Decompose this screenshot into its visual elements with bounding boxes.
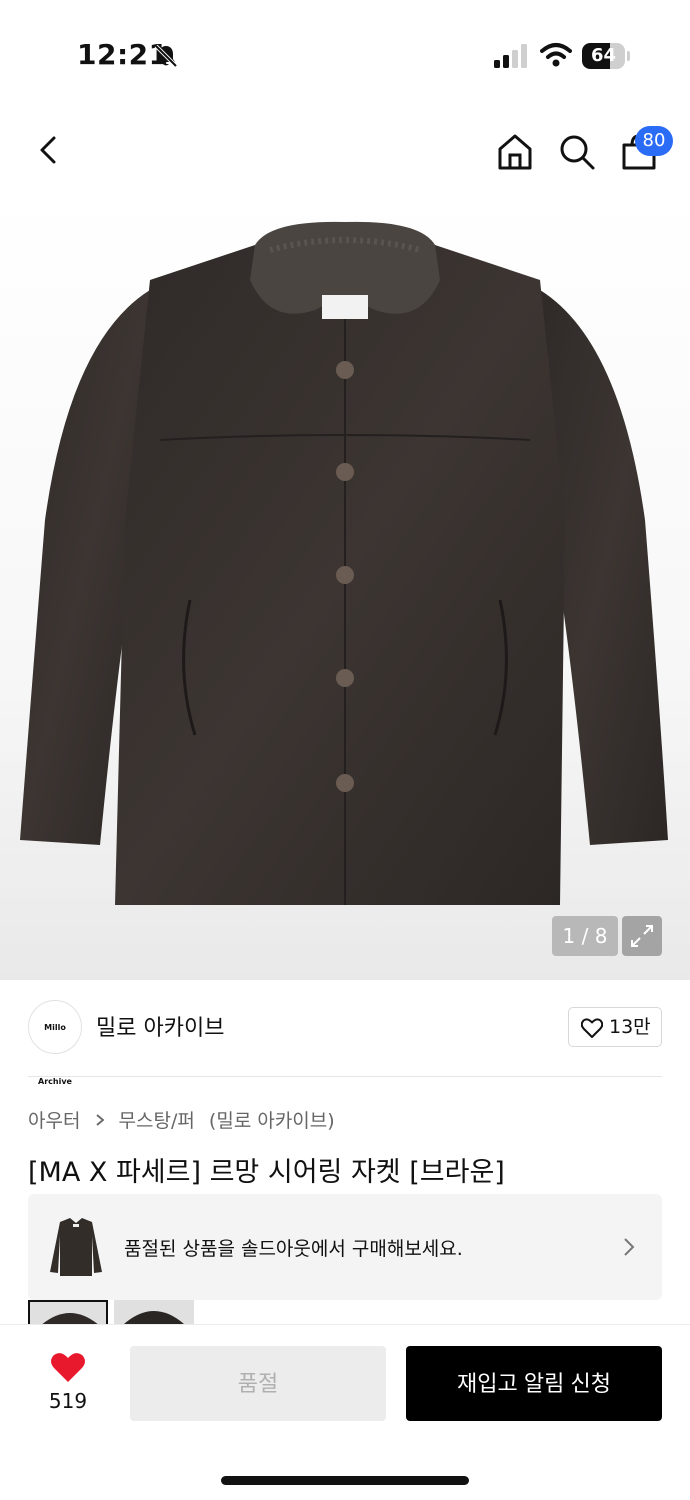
thumbnail-strip bbox=[28, 1300, 198, 1324]
home-icon[interactable] bbox=[494, 131, 536, 173]
brand-row[interactable]: Millo Archive 밀로 아카이브 13만 bbox=[0, 980, 690, 1086]
restock-alert-button[interactable]: 재입고 알림 신청 bbox=[406, 1346, 662, 1421]
bottom-action-bar: 519 품절 재입고 알림 신청 bbox=[0, 1324, 690, 1500]
thumbnail-item[interactable] bbox=[114, 1300, 194, 1324]
product-title: [MA X 파세르] 르망 시어링 자켓 [브라운] bbox=[28, 1157, 505, 1188]
thumbnail-item[interactable] bbox=[28, 1300, 108, 1324]
soldout-button: 품절 bbox=[130, 1346, 386, 1421]
battery-icon: 64 bbox=[582, 43, 630, 69]
jacket-image bbox=[20, 221, 668, 905]
breadcrumb: 아우터 무스탕/퍼 (밀로 아카이브) bbox=[28, 1106, 335, 1133]
product-image[interactable] bbox=[0, 190, 690, 980]
search-icon[interactable] bbox=[556, 131, 598, 173]
cart-count-badge: 80 bbox=[635, 126, 673, 156]
wish-count: 519 bbox=[48, 1389, 88, 1413]
heart-outline-icon bbox=[581, 1018, 603, 1038]
expand-icon[interactable] bbox=[622, 916, 662, 956]
brand-like-count: 13만 bbox=[609, 1016, 651, 1038]
breadcrumb-subcategory[interactable]: 무스탕/퍼 bbox=[119, 1106, 195, 1133]
bell-muted-icon bbox=[154, 44, 178, 68]
image-counter: 1 / 8 bbox=[552, 916, 618, 956]
soldout-banner-text: 품절된 상품을 솔드아웃에서 구매해보세요. bbox=[124, 1238, 463, 1260]
divider bbox=[28, 1076, 662, 1077]
top-nav bbox=[0, 115, 690, 190]
back-icon[interactable] bbox=[30, 130, 70, 170]
chevron-right-icon bbox=[95, 1113, 104, 1126]
status-bar: 12:21 64 bbox=[0, 0, 690, 110]
breadcrumb-category[interactable]: 아우터 bbox=[28, 1106, 80, 1133]
battery-label: 64 bbox=[590, 45, 617, 66]
brand-name[interactable]: 밀로 아카이브 bbox=[96, 1010, 224, 1042]
chevron-right-icon bbox=[624, 1238, 635, 1256]
soldout-banner[interactable]: 품절된 상품을 솔드아웃에서 구매해보세요. bbox=[28, 1194, 662, 1300]
brand-like-button[interactable]: 13만 bbox=[568, 1007, 662, 1047]
home-indicator bbox=[221, 1476, 469, 1485]
banner-product-thumbnail bbox=[50, 1218, 102, 1276]
signal-icon bbox=[494, 44, 527, 68]
wifi-icon bbox=[540, 43, 572, 67]
breadcrumb-brand[interactable]: (밀로 아카이브) bbox=[209, 1106, 335, 1133]
heart-filled-icon[interactable] bbox=[50, 1351, 86, 1383]
brand-logo[interactable]: Millo Archive bbox=[28, 1000, 82, 1086]
